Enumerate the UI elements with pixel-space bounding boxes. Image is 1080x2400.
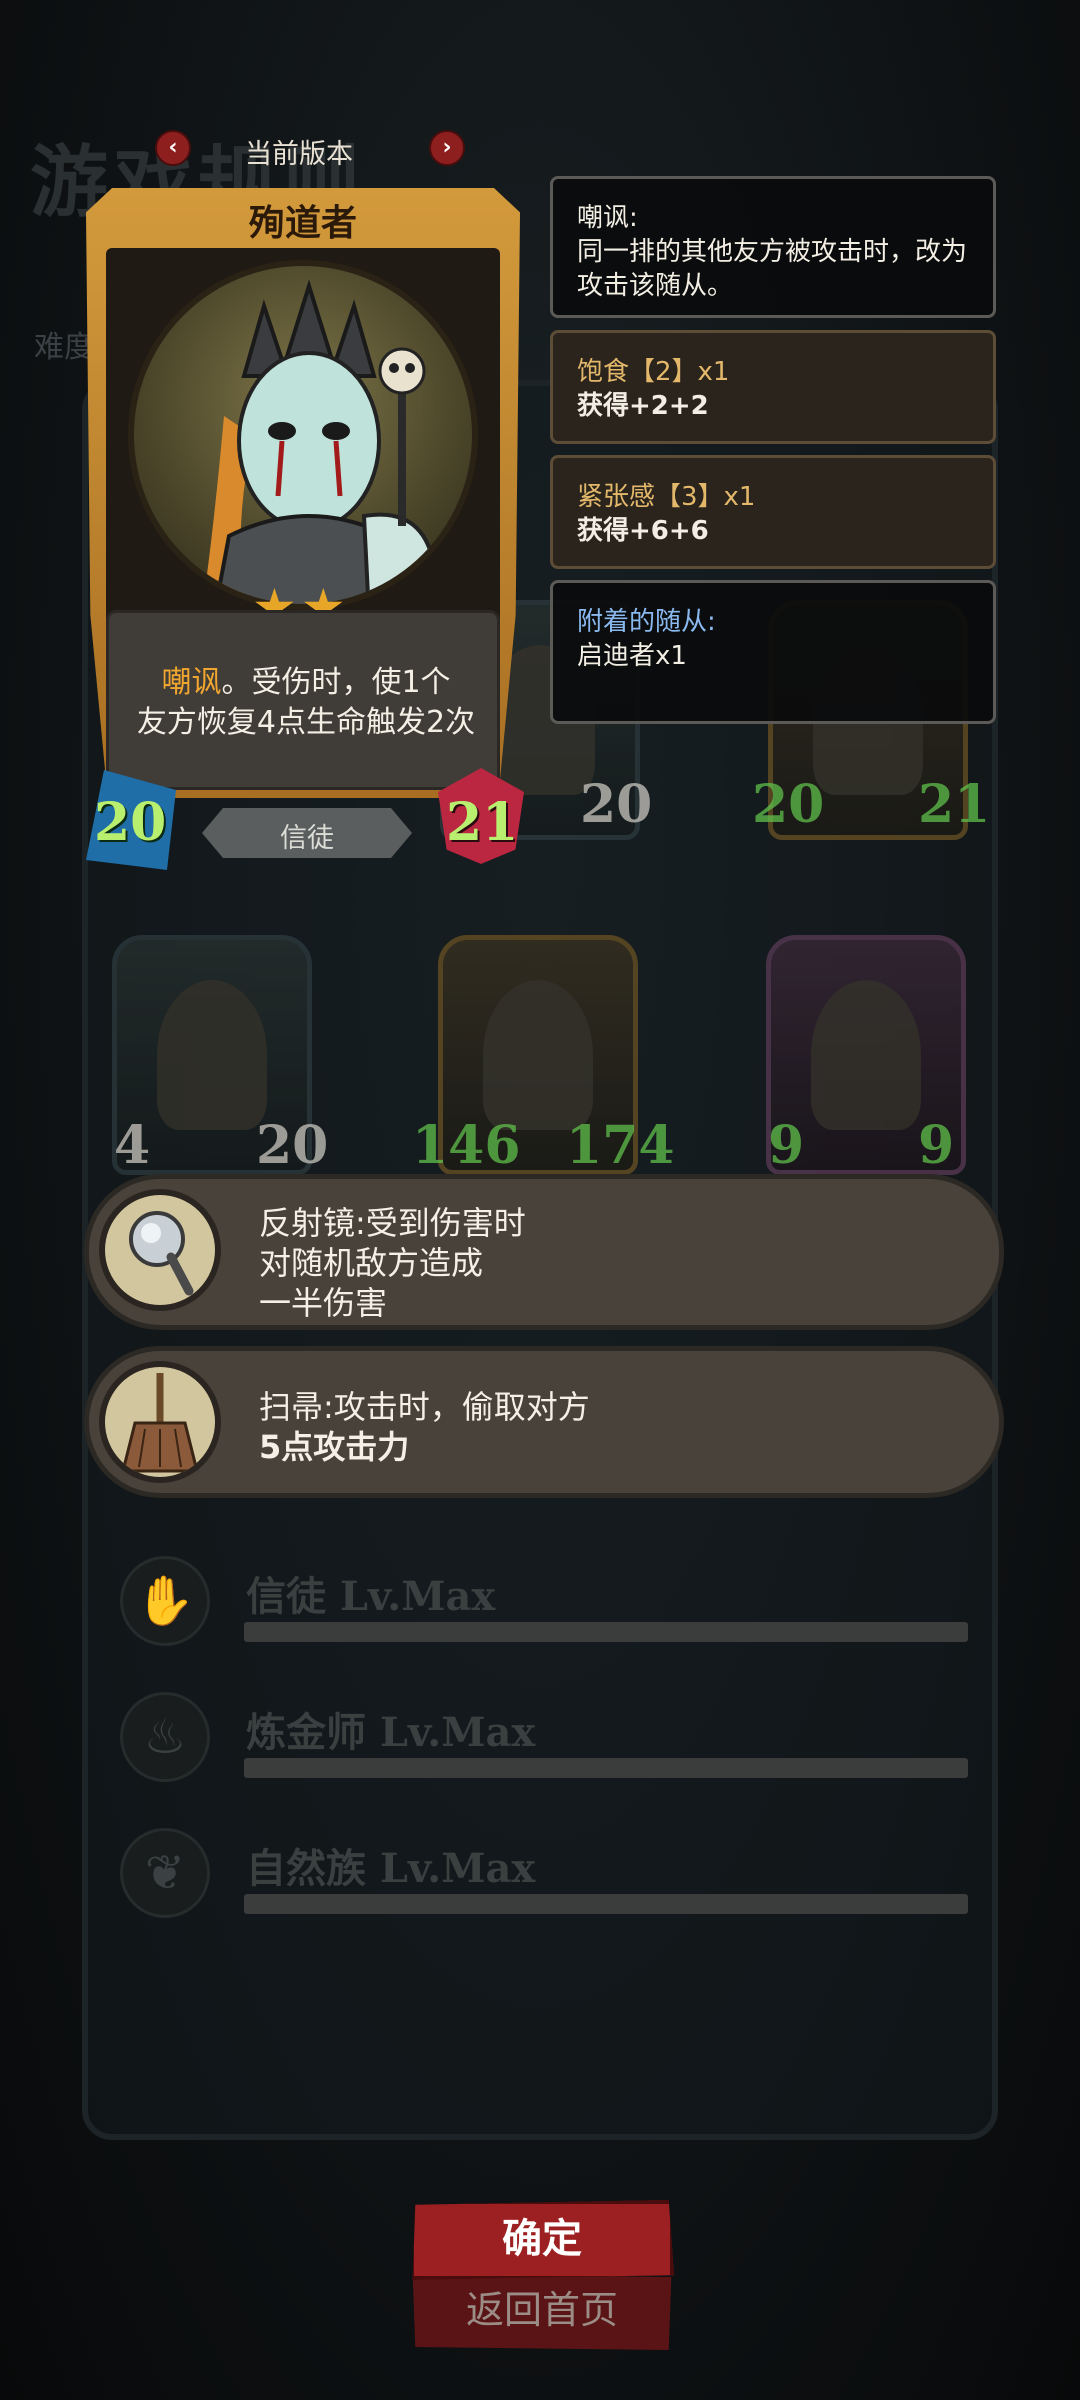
taunt-body: 同一排的其他友方被攻击时，改为攻击该随从。 — [577, 237, 968, 301]
minion-health: 9 — [918, 1115, 955, 1176]
return-home-button[interactable]: 返回首页 — [412, 2274, 672, 2350]
card-name: 殉道者 — [248, 203, 357, 244]
praying-hands-icon: ✋ — [120, 1556, 210, 1646]
minion-health: 174 — [566, 1115, 675, 1176]
card-description: 嘲讽。受伤时，使1个 友方恢复4点生命触发2次 — [136, 665, 476, 740]
version-selector: ‹ 当前版本 › — [155, 128, 465, 170]
buff-panel-satiated: 饱食【2】x1 获得+2+2 — [550, 330, 996, 444]
broom-icon — [99, 1361, 221, 1483]
confirm-button[interactable]: 确定 — [412, 2200, 674, 2280]
mirror-icon — [99, 1189, 221, 1311]
class-name: 自然族 Lv.Max — [246, 1845, 536, 1892]
minion-attack: 9 — [768, 1115, 805, 1176]
minion-attack: 4 — [114, 1115, 151, 1176]
attached-title: 附着的随从: — [577, 607, 716, 637]
attached-body: 启迪者x1 — [577, 641, 687, 671]
taunt-tooltip: 嘲讽: 同一排的其他友方被攻击时，改为攻击该随从。 — [550, 176, 996, 318]
card-tribe: 信徒 — [280, 823, 334, 854]
minion-attack: 20 — [752, 774, 825, 835]
class-progress-bar — [244, 1758, 968, 1778]
class-row-believer[interactable]: ✋ 信徒 Lv.Max — [120, 1556, 970, 1666]
class-row-alchemist[interactable]: ♨ 炼金师 Lv.Max — [120, 1692, 970, 1802]
martyr-portrait — [128, 260, 478, 610]
minion-health: 21 — [918, 774, 991, 835]
card-attack: 20 — [94, 792, 167, 853]
buff-body: 获得+2+2 — [577, 391, 709, 421]
class-progress-bar — [244, 1622, 968, 1642]
minion-health: 20 — [580, 774, 653, 835]
buff-title: 饱食【2】x1 — [577, 357, 730, 387]
minion-attack: 146 — [412, 1115, 521, 1176]
buff-title: 紧张感【3】x1 — [577, 482, 756, 512]
class-row-nature[interactable]: ❦ 自然族 Lv.Max — [120, 1828, 970, 1938]
attached-minion-panel: 附着的随从: 启迪者x1 — [550, 580, 996, 724]
buff-body: 获得+6+6 — [577, 516, 709, 546]
class-name: 信徒 Lv.Max — [246, 1573, 496, 1620]
class-progress-bar — [244, 1894, 968, 1914]
minion-detail-card: 殉道者 ★★ 嘲讽。受伤时，使1个 友方恢复4点生命触发2次 20 信徒 21 — [86, 180, 526, 870]
card-description-box: 嘲讽。受伤时，使1个 友方恢复4点生命触发2次 — [106, 610, 500, 790]
item-description: 反射镜:受到伤害时 对随机敌方造成 一半伤害 — [259, 1204, 526, 1322]
alchemy-icon: ♨ — [120, 1692, 210, 1782]
item-description: 扫帚:攻击时，偷取对方 5点攻击力 — [259, 1388, 590, 1466]
item-broom-tooltip: 扫帚:攻击时，偷取对方 5点攻击力 — [84, 1346, 1004, 1498]
taunt-keyword[interactable]: 嘲讽 — [161, 665, 221, 700]
prev-version-button[interactable]: ‹ — [155, 130, 191, 166]
version-label: 当前版本 — [245, 139, 353, 170]
difficulty-label: 难度 — [34, 330, 94, 365]
item-mirror-tooltip: 反射镜:受到伤害时 对随机敌方造成 一半伤害 — [84, 1174, 1004, 1330]
minion-health: 20 — [256, 1115, 329, 1176]
class-name: 炼金师 Lv.Max — [246, 1709, 536, 1756]
nature-icon: ❦ — [120, 1828, 210, 1918]
card-health: 21 — [446, 792, 519, 853]
buff-panel-tension: 紧张感【3】x1 获得+6+6 — [550, 455, 996, 569]
next-version-button[interactable]: › — [429, 130, 465, 166]
taunt-title: 嘲讽: — [577, 203, 638, 233]
